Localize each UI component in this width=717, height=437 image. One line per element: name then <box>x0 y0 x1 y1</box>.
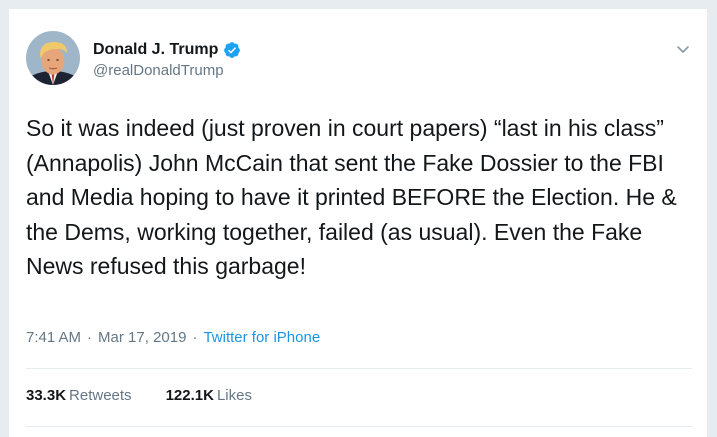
tweet-source-link[interactable]: Twitter for iPhone <box>203 329 320 346</box>
avatar[interactable] <box>26 31 80 85</box>
likes-count: 122.1K <box>165 387 214 404</box>
tweet-time[interactable]: 7:41 AM <box>26 329 81 346</box>
author-name-row: Donald J. Trump <box>93 39 241 61</box>
tweet-text: So it was indeed (just proven in court p… <box>26 115 677 279</box>
tweet-card: Donald J. Trump @realDonaldTrump So it w… <box>8 8 708 437</box>
tweet-date[interactable]: Mar 17, 2019 <box>98 329 186 346</box>
meta-separator: · <box>87 329 93 346</box>
retweets-stat[interactable]: 33.3K Retweets <box>26 387 132 404</box>
chevron-down-icon[interactable] <box>675 41 691 57</box>
author-block[interactable]: Donald J. Trump @realDonaldTrump <box>93 39 241 79</box>
author-name[interactable]: Donald J. Trump <box>93 41 218 59</box>
likes-label: Likes <box>216 387 252 404</box>
verified-badge-icon <box>223 41 241 59</box>
author-handle[interactable]: @realDonaldTrump <box>93 62 241 79</box>
tweet-stats: 33.3K Retweets 122.1K Likes <box>26 387 252 404</box>
likes-stat[interactable]: 122.1K Likes <box>166 387 252 404</box>
divider <box>26 368 692 369</box>
retweets-count: 33.3K <box>26 387 67 404</box>
retweets-label: Retweets <box>69 387 132 404</box>
tweet-meta: 7:41 AM · Mar 17, 2019 · Twitter for iPh… <box>26 329 320 346</box>
divider <box>26 426 692 427</box>
meta-separator: · <box>192 329 198 346</box>
